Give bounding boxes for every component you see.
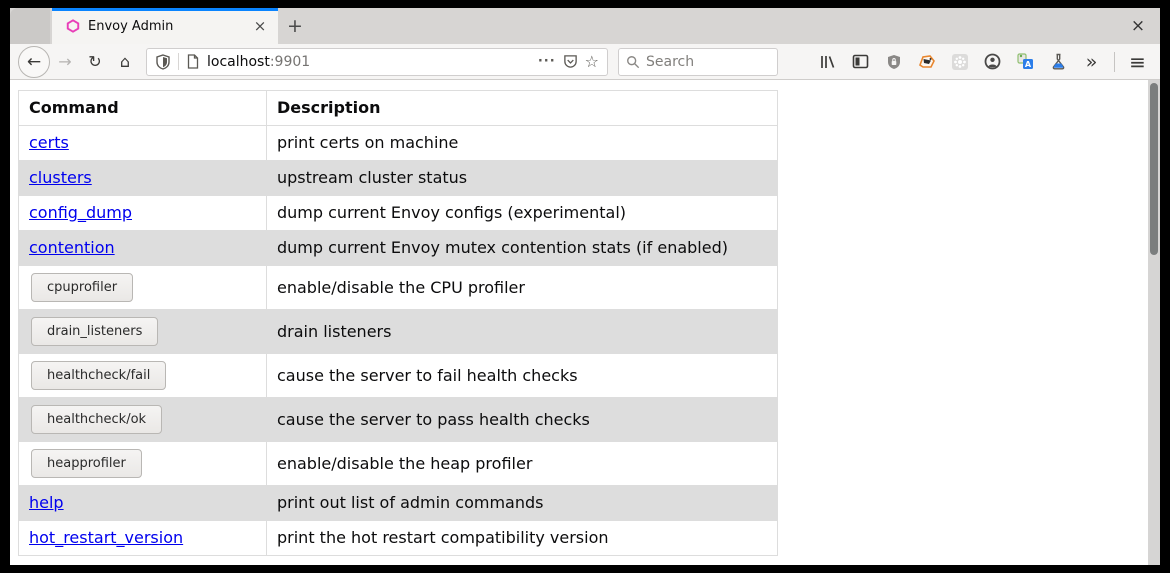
url-port: :9901 (270, 54, 310, 70)
shield-lock-extension-icon[interactable] (879, 47, 908, 76)
tab-strip-space (312, 8, 1116, 44)
description-column-header: Description (267, 91, 778, 126)
command-button-healthcheck/ok[interactable]: healthcheck/ok (31, 405, 162, 434)
description-cell: cause the server to pass health checks (267, 398, 778, 442)
description-cell: print the hot restart compatibility vers… (267, 521, 778, 556)
url-bar[interactable]: localhost:9901 ··· ☆ (146, 48, 608, 76)
command-cell: clusters (19, 161, 267, 196)
command-cell: cpuprofiler (19, 266, 267, 310)
titlebar-spacer (10, 8, 50, 44)
translate-extension-icon[interactable]: A (1011, 47, 1040, 76)
forward-button[interactable]: → (50, 47, 80, 77)
command-link-config_dump[interactable]: config_dump (29, 203, 132, 222)
table-row: clusters upstream cluster status (19, 161, 778, 196)
command-link-hot_restart_version[interactable]: hot_restart_version (29, 528, 183, 547)
browser-window: Envoy Admin × + × ← → ↻ ⌂ localhost:9901… (10, 8, 1160, 565)
flask-extension-icon[interactable] (1044, 47, 1073, 76)
table-row: heapprofiler enable/disable the heap prof… (19, 442, 778, 486)
table-row: help print out list of admin commands (19, 486, 778, 521)
disabled-extension-icon[interactable] (945, 47, 974, 76)
search-input[interactable] (646, 54, 746, 70)
overflow-chevron-icon[interactable]: » (1077, 47, 1106, 76)
tab-bar: Envoy Admin × + × (10, 8, 1160, 44)
description-cell: cause the server to fail health checks (267, 354, 778, 398)
command-cell: heapprofiler (19, 442, 267, 486)
command-link-help[interactable]: help (29, 493, 64, 512)
account-icon[interactable] (978, 47, 1007, 76)
table-row: certs print certs on machine (19, 126, 778, 161)
envoy-favicon-icon (66, 19, 80, 33)
reload-button[interactable]: ↻ (80, 47, 110, 77)
svg-text:A: A (1025, 60, 1032, 69)
tab-envoy-admin[interactable]: Envoy Admin × (52, 8, 278, 44)
command-cell: drain_listeners (19, 310, 267, 354)
page-info-icon[interactable] (186, 54, 200, 69)
description-cell: drain listeners (267, 310, 778, 354)
table-row: contention dump current Envoy mutex conte… (19, 231, 778, 266)
command-cell: config_dump (19, 196, 267, 231)
description-cell: enable/disable the CPU profiler (267, 266, 778, 310)
description-cell: print out list of admin commands (267, 486, 778, 521)
url-text[interactable]: localhost:9901 (207, 54, 531, 70)
new-tab-button[interactable]: + (278, 8, 312, 44)
search-bar[interactable] (618, 48, 778, 76)
command-cell: healthcheck/fail (19, 354, 267, 398)
urlbar-separator (178, 53, 179, 70)
command-button-healthcheck/fail[interactable]: healthcheck/fail (31, 361, 166, 390)
table-row: healthcheck/ok cause the server to pass h… (19, 398, 778, 442)
command-column-header: Command (19, 91, 267, 126)
sidebar-toggle-icon[interactable] (846, 47, 875, 76)
home-button[interactable]: ⌂ (110, 47, 140, 77)
privacy-badger-extension-icon[interactable] (912, 47, 941, 76)
scrollbar-track[interactable] (1148, 80, 1160, 565)
menu-hamburger-icon[interactable]: ≡ (1123, 47, 1152, 76)
description-cell: enable/disable the heap profiler (267, 442, 778, 486)
tab-title: Envoy Admin (88, 19, 242, 34)
url-host: localhost (207, 54, 270, 70)
command-link-contention[interactable]: contention (29, 238, 115, 257)
tracking-protection-shield-icon[interactable] (155, 54, 171, 70)
window-close-button[interactable]: × (1116, 8, 1160, 44)
command-button-cpuprofiler[interactable]: cpuprofiler (31, 273, 133, 302)
command-button-drain_listeners[interactable]: drain_listeners (31, 317, 158, 346)
scrollbar-thumb[interactable] (1150, 83, 1158, 255)
description-cell: dump current Envoy configs (experimental… (267, 196, 778, 231)
command-cell: contention (19, 231, 267, 266)
command-cell: hot_restart_version (19, 521, 267, 556)
command-link-clusters[interactable]: clusters (29, 168, 92, 187)
description-cell: upstream cluster status (267, 161, 778, 196)
table-header-row: Command Description (19, 91, 778, 126)
description-cell: dump current Envoy mutex contention stat… (267, 231, 778, 266)
command-button-heapprofiler[interactable]: heapprofiler (31, 449, 142, 478)
library-icon[interactable] (813, 47, 842, 76)
description-cell: print certs on machine (267, 126, 778, 161)
tab-close-icon[interactable]: × (250, 16, 270, 36)
pocket-icon[interactable] (563, 54, 578, 69)
command-cell: healthcheck/ok (19, 398, 267, 442)
table-row: cpuprofiler enable/disable the CPU profil… (19, 266, 778, 310)
search-icon (626, 55, 640, 69)
bookmark-star-icon[interactable]: ☆ (585, 52, 599, 71)
table-row: healthcheck/fail cause the server to fail… (19, 354, 778, 398)
table-row: config_dump dump current Envoy configs (e… (19, 196, 778, 231)
page-actions-icon[interactable]: ··· (538, 54, 556, 69)
command-link-certs[interactable]: certs (29, 133, 69, 152)
command-cell: certs (19, 126, 267, 161)
toolbar-extension-icons: A » ≡ (813, 47, 1152, 76)
command-cell: help (19, 486, 267, 521)
back-button[interactable]: ← (18, 46, 50, 78)
page-content: Command Description certs print certs on … (10, 80, 1160, 565)
admin-command-table: Command Description certs print certs on … (18, 90, 778, 556)
toolbar-separator (1114, 52, 1115, 72)
table-row: drain_listeners drain listeners (19, 310, 778, 354)
table-row: hot_restart_version print the hot restart… (19, 521, 778, 556)
navigation-toolbar: ← → ↻ ⌂ localhost:9901 ··· ☆ (10, 44, 1160, 80)
